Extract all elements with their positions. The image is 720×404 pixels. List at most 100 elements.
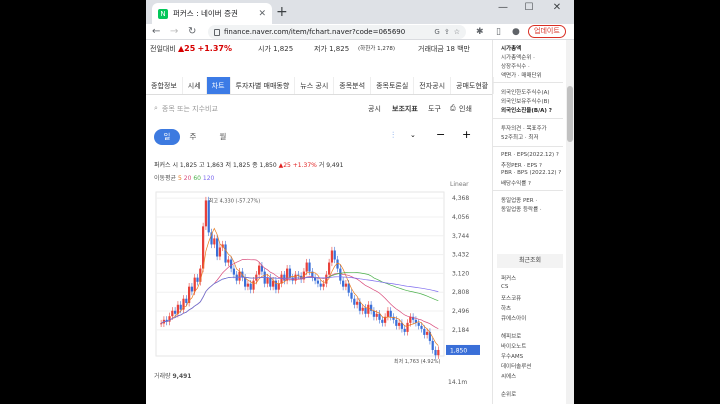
forward-button[interactable]: → (170, 25, 178, 39)
candle-body (437, 349, 440, 356)
candle-body (224, 244, 227, 263)
section-tab[interactable]: 종합정보 (146, 77, 183, 94)
back-button[interactable]: ← (152, 25, 160, 39)
section-tab[interactable]: 뉴스 공시 (295, 77, 335, 94)
recent-item-7[interactable]: 바이오노트 (501, 342, 526, 350)
section-tab[interactable]: 종목분석 (334, 77, 372, 94)
extensions-icon[interactable]: ✱ (476, 25, 484, 39)
side-industry-per: 동일업종 PER · (501, 198, 538, 204)
disclosure-button[interactable]: 공시 (368, 104, 381, 114)
side-pbr-bps: PBR · BPS (2022.12) ? (501, 170, 562, 176)
candle-body (174, 310, 177, 314)
recent-viewed-header[interactable]: 최근조회 (497, 254, 563, 268)
print-button[interactable]: 인쇄 (459, 104, 472, 114)
candle-body (277, 283, 280, 290)
recent-item-1[interactable]: 퍼커스 (501, 274, 516, 282)
candle-body (171, 310, 174, 317)
recent-item-5[interactable]: 큐에스아이 (501, 314, 526, 322)
tab-close-icon[interactable]: ✕ (258, 9, 266, 19)
candle-body (252, 280, 255, 290)
price-chart[interactable]: 4,368 4,056 3,744 3,432 3,120 2,808 2,496 2,184… (154, 190, 494, 368)
candle-body (269, 277, 272, 287)
scrollbar-thumb[interactable] (567, 86, 573, 142)
side-industry-rate: 동일업종 등락률 · (501, 207, 542, 213)
candle-body (230, 259, 233, 269)
share-icon[interactable]: ⇪ (444, 28, 450, 36)
recent-item-9[interactable]: 데이터솔루션 (501, 362, 531, 370)
tools-button[interactable]: 도구 (428, 104, 441, 114)
candle-body (238, 271, 241, 281)
chevron-down-icon[interactable]: ⌄ (410, 131, 416, 139)
period-week-button[interactable]: 주 (180, 129, 206, 145)
candle-body (406, 322, 409, 332)
compare-search-input[interactable]: ⌕ 종목 또는 지수비교 (154, 102, 344, 115)
moving-average-legend: 이동평균 5 20 60 120 (154, 175, 215, 182)
sidebar-panel-icon[interactable]: ▯ (496, 25, 501, 39)
period-day-button[interactable]: 일 (154, 129, 180, 145)
candle-body (417, 322, 420, 326)
candle-body (372, 310, 376, 317)
section-tab[interactable]: 투자자별 매매동향 (231, 77, 296, 94)
candle-body (179, 304, 182, 310)
aux-indicator-button[interactable]: 보조지표 (392, 104, 418, 114)
section-tab[interactable]: 종목토론실 (371, 77, 415, 94)
recent-item-8[interactable]: 우수AMS (501, 352, 523, 360)
recent-item-11[interactable]: 순위로 (501, 390, 516, 398)
section-tab[interactable]: 차트 (206, 77, 231, 94)
candle-body (431, 340, 434, 350)
candle-body (342, 280, 345, 287)
candle-body (266, 277, 269, 284)
candle-body (389, 310, 392, 317)
close-window-button[interactable]: ✕ (546, 2, 568, 13)
candle-body (395, 319, 398, 326)
reload-button[interactable]: ↻ (188, 25, 196, 39)
zoom-out-button[interactable]: − (436, 128, 445, 141)
candle-body (426, 331, 429, 335)
sidebar-scrollbar[interactable] (566, 40, 574, 404)
volume-axis-max: 14.1m (448, 379, 468, 386)
candle-body (386, 310, 390, 317)
browser-tab[interactable]: N 퍼커스 : 네이버 증권 ✕ (152, 3, 272, 24)
section-tab[interactable]: 시세 (183, 77, 207, 94)
recent-item-3[interactable]: 포스코퓨 (501, 294, 521, 302)
y-tick-label: 3,432 (452, 252, 469, 259)
update-button[interactable]: 업데이트 (528, 25, 566, 38)
zoom-in-button[interactable]: + (462, 128, 471, 141)
candle-body (347, 283, 350, 293)
y-tick-label: 2,184 (452, 327, 469, 334)
side-est-per: 추정PER · EPS ? (501, 163, 542, 169)
side-foreign-own: 외국인보유주식수(B) (501, 99, 550, 105)
recent-item-4[interactable]: 하츠 (501, 304, 511, 312)
recent-item-2[interactable]: CS (501, 284, 508, 290)
scale-selector[interactable]: Linear (450, 181, 469, 188)
google-icon[interactable]: G (434, 28, 439, 36)
side-per-eps: PER · EPS(2022.12) ? (501, 152, 559, 158)
period-month-button[interactable]: 월 (210, 129, 236, 145)
candle-body (283, 274, 286, 281)
trade-amount: 거래대금 18 백만 (418, 45, 470, 53)
new-tab-button[interactable]: + (276, 4, 288, 20)
candle-type-icon[interactable]: ⫶ (392, 131, 394, 141)
address-bar[interactable]: finance.naver.com/item/fchart.naver?code… (208, 25, 466, 39)
candle-body (305, 262, 308, 272)
section-tab[interactable]: 공매도현황 (451, 77, 495, 94)
side-foreign-ratio: 외국인소진율(B/A) ? (501, 108, 552, 114)
lock-icon (214, 28, 220, 36)
recent-item-6[interactable]: 해피브로 (501, 332, 521, 340)
minimize-button[interactable]: — (492, 2, 514, 13)
candle-body (328, 262, 331, 275)
candle-body (216, 238, 219, 257)
section-tabs: 종합정보 시세 차트 투자자별 매매동향 뉴스 공시 종목분석 종목토론실 전자공시 공매도현황 (146, 77, 495, 95)
recent-item-10[interactable]: 씨에스 (501, 372, 516, 380)
profile-avatar-icon[interactable]: ● (512, 25, 520, 39)
bookmark-star-icon[interactable]: ☆ (454, 28, 460, 36)
print-icon[interactable]: ⎙ (450, 104, 456, 113)
candle-body (190, 286, 194, 292)
section-tab[interactable]: 전자공시 (414, 77, 452, 94)
url-text: finance.naver.com/item/fchart.naver?code… (224, 28, 406, 36)
naver-favicon-icon: N (158, 8, 168, 19)
maximize-button[interactable]: ☐ (518, 2, 540, 13)
side-shares: 상장주식수 · (501, 64, 530, 70)
candle-body (403, 328, 406, 332)
side-foreign-limit: 외국인한도주식수(A) (501, 90, 550, 96)
